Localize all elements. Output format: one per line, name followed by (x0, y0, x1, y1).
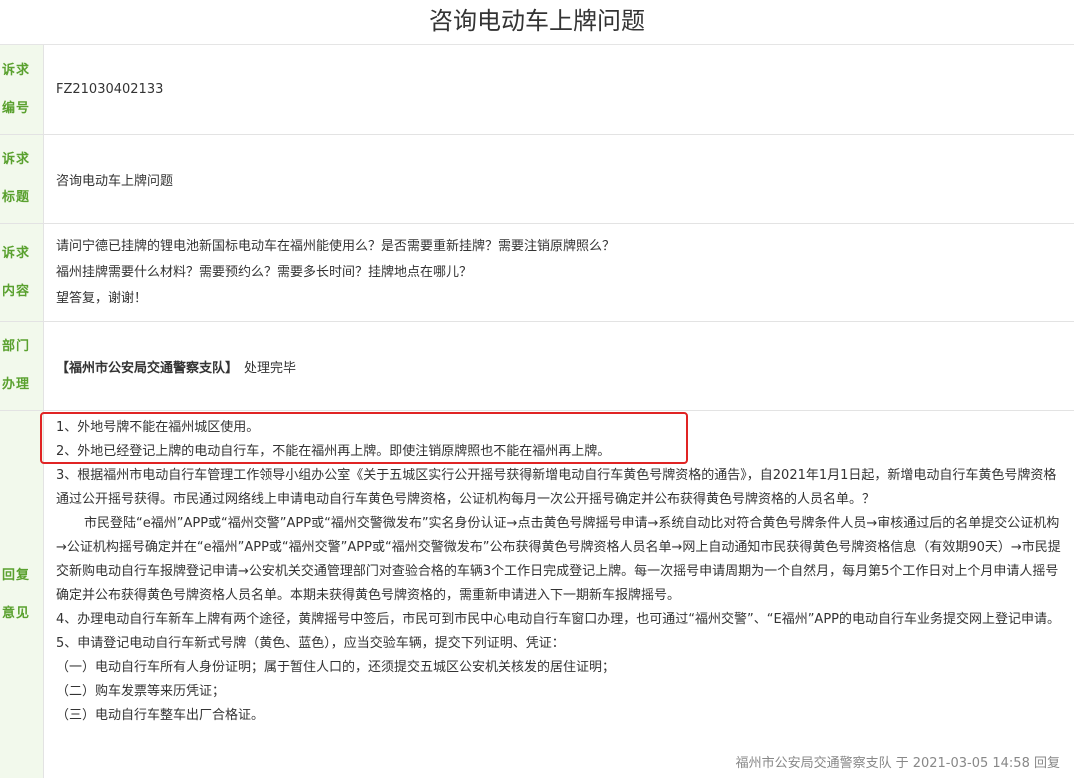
request-content-value: 请问宁德已挂牌的锂电池新国标电动车在福州能使用么？是否需要重新挂牌？需要注销原牌… (44, 224, 1074, 321)
reply-footer-action: 回复 (1033, 756, 1060, 771)
row-request-id: 诉求 编号 FZ21030402133 (0, 45, 1074, 135)
department-status: 处理完毕 (244, 360, 297, 376)
label-line-1: 诉求 (2, 152, 31, 167)
label-request-title: 诉求 标题 (0, 135, 44, 223)
reply-paragraph: 1、外地号牌不能在福州城区使用。 (56, 420, 260, 435)
label-line-2: 办理 (2, 377, 31, 392)
label-reply: 回复 意见 (0, 411, 44, 778)
content-line: 福州挂牌需要什么材料？需要预约么？需要多长时间？挂牌地点在哪儿？ (56, 264, 473, 280)
reply-paragraph: 5、申请登记电动自行车新式号牌（黄色、蓝色），应当交验车辆，提交下列证明、凭证： (56, 636, 565, 651)
label-line-1: 回复 (2, 567, 31, 583)
reply-value: 1、外地号牌不能在福州城区使用。 2、外地已经登记上牌的电动自行车，不能在福州再… (44, 411, 1074, 778)
reply-footer-at: 于 (895, 756, 909, 771)
label-line-2: 意见 (2, 605, 31, 621)
request-title-value: 咨询电动车上牌问题 (56, 173, 174, 189)
label-line-1: 诉求 (2, 245, 31, 261)
reply-paragraph: （一）电动自行车所有人身份证明；属于暂住人口的，还须提交五城区公安机关核发的居住… (56, 660, 616, 675)
label-line-2: 内容 (2, 283, 31, 299)
reply-paragraph: 2、外地已经登记上牌的电动自行车，不能在福州再上牌。即使注销原牌照也不能在福州再… (56, 444, 611, 459)
row-request-title: 诉求 标题 咨询电动车上牌问题 (0, 135, 1074, 224)
label-request-content: 诉求 内容 (0, 224, 44, 321)
department-name: 【福州市公安局交通警察支队】 (56, 360, 239, 376)
label-line-1: 部门 (2, 339, 31, 354)
content-line: 请问宁德已挂牌的锂电池新国标电动车在福州能使用么？是否需要重新挂牌？需要注销原牌… (56, 238, 616, 254)
label-line-2: 编号 (2, 100, 31, 116)
reply-paragraph: 3、根据福州市电动自行车管理工作领导小组办公室《关于五城区实行公开摇号获得新增电… (56, 468, 1057, 507)
reply-paragraph: （三）电动自行车整车出厂合格证。 (56, 708, 265, 723)
reply-footer-dept: 福州市公安局交通警察支队 (735, 756, 892, 771)
label-line-2: 标题 (2, 190, 31, 205)
reply-paragraph: 市民登陆“e福州”APP或“福州交警”APP或“福州交警微发布”实名身份认证→点… (56, 516, 1061, 603)
request-id-value: FZ21030402133 (56, 82, 164, 97)
reply-paragraph: （二）购车发票等来历凭证； (56, 684, 226, 699)
row-department: 部门 办理 【福州市公安局交通警察支队】 处理完毕 (0, 322, 1074, 411)
department-value: 【福州市公安局交通警察支队】 处理完毕 (44, 322, 1074, 410)
detail-table: 诉求 编号 FZ21030402133 诉求 标题 咨询电动车上牌问题 诉求 内… (0, 45, 1074, 778)
page-title: 咨询电动车上牌问题 (0, 0, 1074, 45)
reply-footer-time: 2021-03-05 14:58 (912, 756, 1030, 771)
reply-paragraph: 4、办理电动自行车新车上牌有两个途径，黄牌摇号中签后，市民可到市民中心电动自行车… (56, 612, 1060, 627)
reply-footer: 福州市公安局交通警察支队于 2021-03-05 14:58 回复 (736, 752, 1060, 771)
row-reply: 回复 意见 1、外地号牌不能在福州城区使用。 2、外地已经登记上牌的电动自行车，… (0, 411, 1074, 778)
label-line-1: 诉求 (2, 62, 31, 78)
label-request-id: 诉求 编号 (0, 45, 44, 134)
row-request-content: 诉求 内容 请问宁德已挂牌的锂电池新国标电动车在福州能使用么？是否需要重新挂牌？… (0, 224, 1074, 322)
label-department: 部门 办理 (0, 322, 44, 410)
content-line: 望答复，谢谢！ (56, 290, 148, 306)
